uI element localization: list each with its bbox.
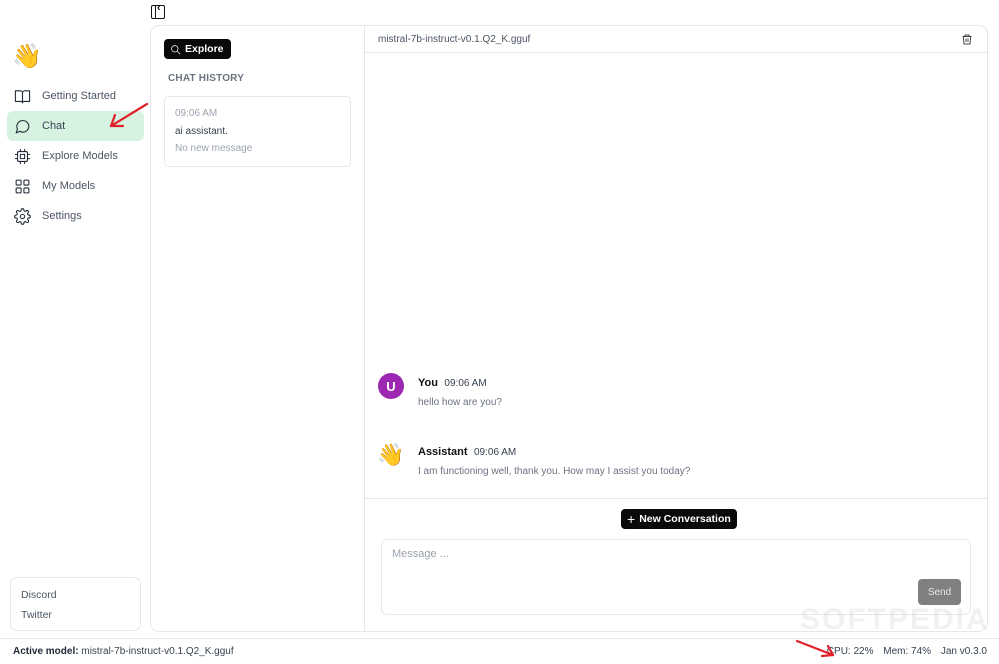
active-model: Active model: mistral-7b-instruct-v0.1.Q… xyxy=(13,646,234,657)
chat-panel: mistral-7b-instruct-v0.1.Q2_K.gguf U You… xyxy=(365,26,987,631)
grid-icon xyxy=(13,177,31,195)
message-input[interactable] xyxy=(382,540,970,614)
trash-icon[interactable] xyxy=(961,33,973,46)
search-icon xyxy=(171,44,181,54)
annotation-arrow-icon xyxy=(795,639,835,658)
send-button[interactable]: Send xyxy=(918,579,961,605)
sidebar-collapse-icon[interactable] xyxy=(151,2,165,19)
nav-item-my-models[interactable]: My Models xyxy=(7,171,144,201)
twitter-link[interactable]: Twitter xyxy=(21,605,130,625)
app-window: 👋 Getting Started Chat Explore Models My… xyxy=(0,0,999,664)
explore-label: Explore xyxy=(185,43,224,55)
history-item-preview: No new message xyxy=(175,143,253,154)
chat-model-name: mistral-7b-instruct-v0.1.Q2_K.gguf xyxy=(378,33,531,45)
explore-button[interactable]: Explore xyxy=(164,39,231,59)
message-time: 09:06 AM xyxy=(444,378,487,389)
nav-item-label: My Models xyxy=(42,180,96,192)
new-conversation-label: New Conversation xyxy=(639,513,731,525)
community-links: Discord Twitter xyxy=(10,577,141,631)
gear-icon xyxy=(13,207,31,225)
mem-usage: Mem: 74% xyxy=(883,646,932,657)
history-item-name: ai assistant. xyxy=(175,126,228,137)
nav-item-label: Getting Started xyxy=(42,90,116,102)
nav-item-explore-models[interactable]: Explore Models xyxy=(7,141,144,171)
nav-item-settings[interactable]: Settings xyxy=(7,201,144,231)
chat-header: mistral-7b-instruct-v0.1.Q2_K.gguf xyxy=(365,26,987,53)
message-user: U You 09:06 AM hello how are you? xyxy=(378,373,502,408)
cpu-chip-icon xyxy=(13,147,31,165)
message-composer: Send xyxy=(381,539,971,615)
annotation-arrow-icon xyxy=(109,102,149,128)
chat-history-title: CHAT HISTORY xyxy=(168,73,245,84)
discord-link[interactable]: Discord xyxy=(21,585,130,605)
app-logo: 👋 xyxy=(12,43,42,70)
composer-divider xyxy=(365,498,987,499)
app-version: Jan v0.3.0 xyxy=(940,646,987,657)
active-model-label: Active model: xyxy=(13,646,79,657)
nav-item-label: Explore Models xyxy=(42,150,118,162)
message-text: hello how are you? xyxy=(418,397,502,408)
message-author: You xyxy=(418,377,438,389)
new-conversation-button[interactable]: + New Conversation xyxy=(621,509,737,529)
message-time: 09:06 AM xyxy=(473,447,517,458)
message-author: Assistant xyxy=(418,446,468,458)
chat-history-panel: Explore CHAT HISTORY 09:06 AM ai assista… xyxy=(151,26,365,631)
main-panel: Explore CHAT HISTORY 09:06 AM ai assista… xyxy=(150,25,988,632)
book-icon xyxy=(13,87,31,105)
system-stats: CPU: 22% Mem: 74% Jan v0.3.0 xyxy=(820,646,987,657)
chat-bubble-icon xyxy=(13,117,31,135)
message-assistant: 👋 Assistant 09:06 AM I am functioning we… xyxy=(377,442,691,477)
nav-item-label: Chat xyxy=(42,120,66,132)
plus-icon: + xyxy=(627,511,636,527)
active-model-value: mistral-7b-instruct-v0.1.Q2_K.gguf xyxy=(81,646,234,657)
message-text: I am functioning well, thank you. How ma… xyxy=(418,466,691,477)
left-nav: 👋 Getting Started Chat Explore Models My… xyxy=(0,0,150,638)
nav-item-label: Settings xyxy=(42,210,82,222)
user-avatar: U xyxy=(378,373,404,399)
chat-history-item[interactable]: 09:06 AM ai assistant. No new message xyxy=(164,96,351,167)
status-bar: Active model: mistral-7b-instruct-v0.1.Q… xyxy=(0,638,999,664)
history-item-time: 09:06 AM xyxy=(175,108,218,119)
assistant-avatar: 👋 xyxy=(377,442,405,467)
